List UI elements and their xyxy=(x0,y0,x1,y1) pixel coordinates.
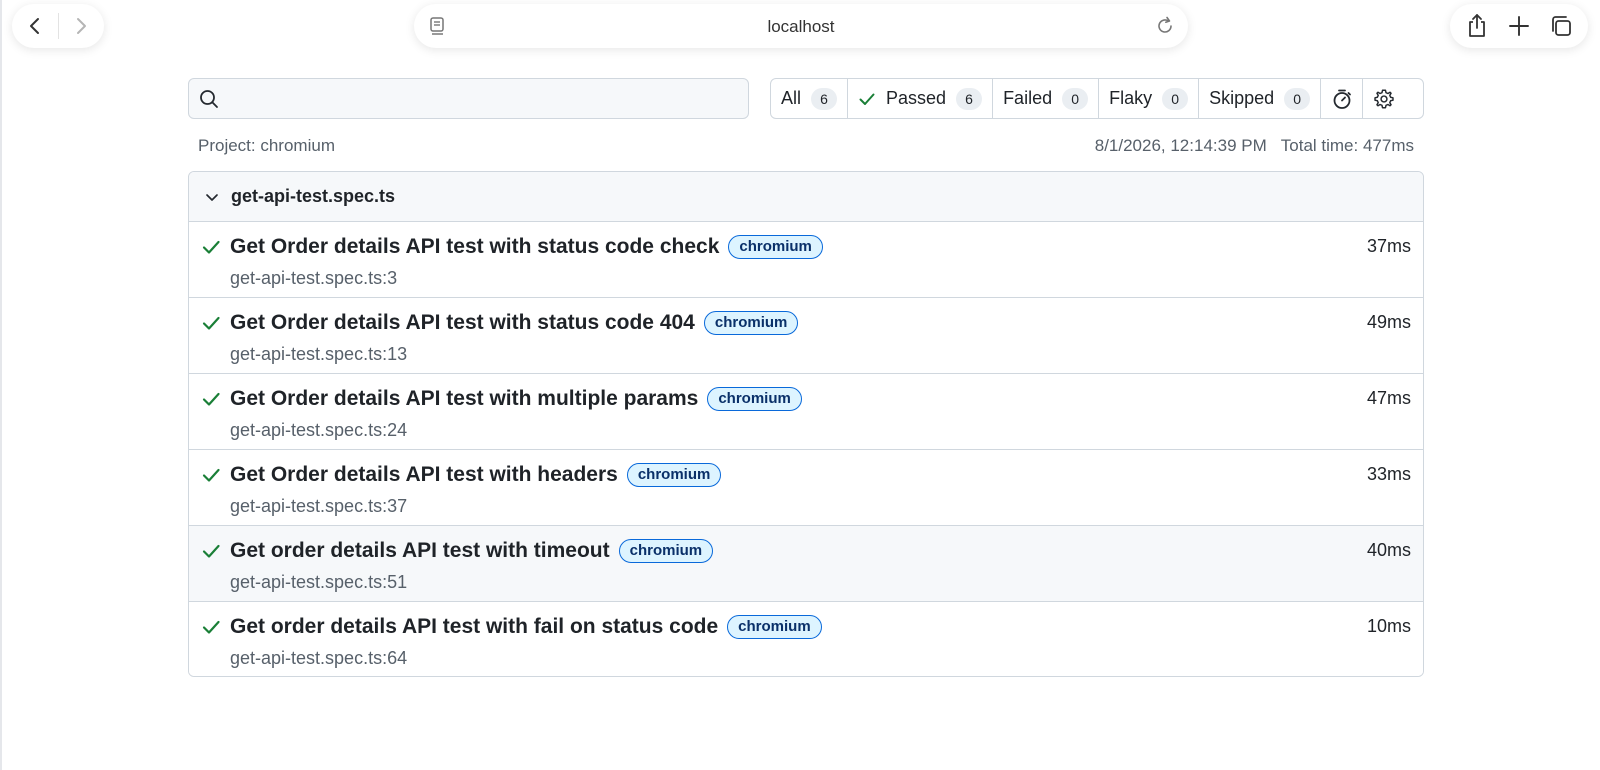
filter-label: Passed xyxy=(886,88,947,108)
test-row[interactable]: Get Order details API test with status c… xyxy=(189,298,1423,374)
test-duration: 47ms xyxy=(1366,388,1411,408)
test-title[interactable]: Get order details API test with timeout xyxy=(230,539,610,563)
test-row[interactable]: Get order details API test with timeout … xyxy=(189,526,1423,602)
run-info: 8/1/2026, 12:14:39 PM Total time: 477ms xyxy=(1095,136,1414,156)
reload-icon[interactable] xyxy=(1154,15,1176,37)
test-title[interactable]: Get order details API test with fail on … xyxy=(230,615,718,639)
test-row[interactable]: Get order details API test with fail on … xyxy=(189,602,1423,676)
file-name: get-api-test.spec.ts xyxy=(231,186,396,206)
check-icon xyxy=(858,90,876,108)
browser-actions xyxy=(1450,4,1588,48)
total-time: Total time: 477ms xyxy=(1280,136,1414,155)
navigation-controls xyxy=(12,4,104,48)
share-icon xyxy=(1469,14,1485,37)
filter-failed[interactable]: Failed 0 xyxy=(993,79,1100,118)
filter-all[interactable]: All 6 xyxy=(771,79,849,118)
url-text[interactable]: localhost xyxy=(414,17,1188,37)
project-label-chip[interactable]: chromium xyxy=(727,615,822,639)
filter-skipped[interactable]: Skipped 0 xyxy=(1199,79,1322,118)
test-duration: 49ms xyxy=(1366,312,1411,332)
project-label-chip[interactable]: chromium xyxy=(626,463,722,487)
tab-overview-button[interactable] xyxy=(1543,8,1579,44)
back-button[interactable] xyxy=(12,4,58,48)
test-title[interactable]: Get Order details API test with status c… xyxy=(230,235,719,259)
chevron-left-icon xyxy=(29,18,39,34)
check-icon xyxy=(202,392,220,406)
test-row[interactable]: Get Order details API test with headers … xyxy=(189,450,1423,526)
run-timestamp: 8/1/2026, 12:14:39 PM xyxy=(1094,136,1267,155)
test-duration: 37ms xyxy=(1366,236,1411,256)
project-name: Project: chromium xyxy=(198,136,335,155)
status-filter-bar: All 6 Passed 6 Failed 0 Flaky 0 Skipped … xyxy=(770,78,1424,119)
filter-count: 6 xyxy=(811,87,838,110)
gear-icon xyxy=(1374,89,1394,108)
window-edge xyxy=(0,0,2,770)
test-title-line: Get Order details API test with status c… xyxy=(230,311,799,335)
test-duration: 40ms xyxy=(1366,540,1411,560)
share-button[interactable] xyxy=(1459,8,1495,44)
check-icon xyxy=(202,316,220,330)
test-title[interactable]: Get Order details API test with headers xyxy=(230,463,618,487)
test-location: get-api-test.spec.ts:24 xyxy=(230,420,408,440)
test-title-line: Get order details API test with fail on … xyxy=(230,615,822,639)
filter-passed[interactable]: Passed 6 xyxy=(848,79,994,118)
test-title[interactable]: Get Order details API test with multiple… xyxy=(230,387,698,411)
project-label-chip[interactable]: chromium xyxy=(618,539,714,563)
test-location: get-api-test.spec.ts:37 xyxy=(230,496,408,516)
tabs-icon xyxy=(1552,16,1571,36)
test-duration: 10ms xyxy=(1366,616,1411,636)
plus-icon xyxy=(1509,16,1529,36)
test-file-card: get-api-test.spec.ts Get Order details A… xyxy=(188,171,1424,677)
check-icon xyxy=(202,468,220,482)
search-input[interactable] xyxy=(227,79,737,118)
project-label-chip[interactable]: chromium xyxy=(707,387,802,411)
filter-label: Flaky xyxy=(1109,88,1153,108)
filter-label: All xyxy=(781,88,802,108)
test-row[interactable]: Get Order details API test with multiple… xyxy=(189,374,1423,450)
search-icon xyxy=(200,90,218,108)
address-bar[interactable]: localhost xyxy=(414,4,1188,48)
test-title[interactable]: Get Order details API test with status c… xyxy=(230,311,695,335)
search-field[interactable] xyxy=(188,78,749,119)
test-title-line: Get Order details API test with status c… xyxy=(230,235,823,259)
test-row[interactable]: Get Order details API test with status c… xyxy=(189,222,1423,298)
new-tab-button[interactable] xyxy=(1501,8,1537,44)
check-icon xyxy=(202,544,220,558)
chevron-right-icon xyxy=(77,18,87,34)
test-location: get-api-test.spec.ts:51 xyxy=(230,572,408,592)
filter-label: Skipped xyxy=(1209,88,1275,108)
stopwatch-icon xyxy=(1333,89,1351,109)
check-icon xyxy=(202,620,220,634)
test-location: get-api-test.spec.ts:64 xyxy=(230,648,408,668)
filter-count: 0 xyxy=(1162,87,1189,110)
project-label-chip[interactable]: chromium xyxy=(703,311,799,335)
project-label-chip[interactable]: chromium xyxy=(728,235,823,259)
settings-button[interactable] xyxy=(1363,79,1405,118)
check-icon xyxy=(202,240,220,254)
test-duration: 33ms xyxy=(1366,464,1411,484)
test-title-line: Get Order details API test with multiple… xyxy=(230,387,802,411)
test-title-line: Get Order details API test with headers … xyxy=(230,463,722,487)
test-location: get-api-test.spec.ts:13 xyxy=(230,344,408,364)
test-location: get-api-test.spec.ts:3 xyxy=(230,268,398,288)
forward-button[interactable] xyxy=(58,4,104,48)
speedboard-button[interactable] xyxy=(1321,79,1364,118)
filter-count: 0 xyxy=(1284,87,1311,110)
filter-count: 0 xyxy=(1062,87,1089,110)
filter-label: Failed xyxy=(1003,88,1053,108)
chevron-down-icon[interactable] xyxy=(203,188,221,206)
filter-count: 6 xyxy=(956,87,983,110)
test-title-line: Get order details API test with timeout … xyxy=(230,539,714,563)
file-header[interactable]: get-api-test.spec.ts xyxy=(189,172,1423,222)
filter-flaky[interactable]: Flaky 0 xyxy=(1099,79,1200,118)
